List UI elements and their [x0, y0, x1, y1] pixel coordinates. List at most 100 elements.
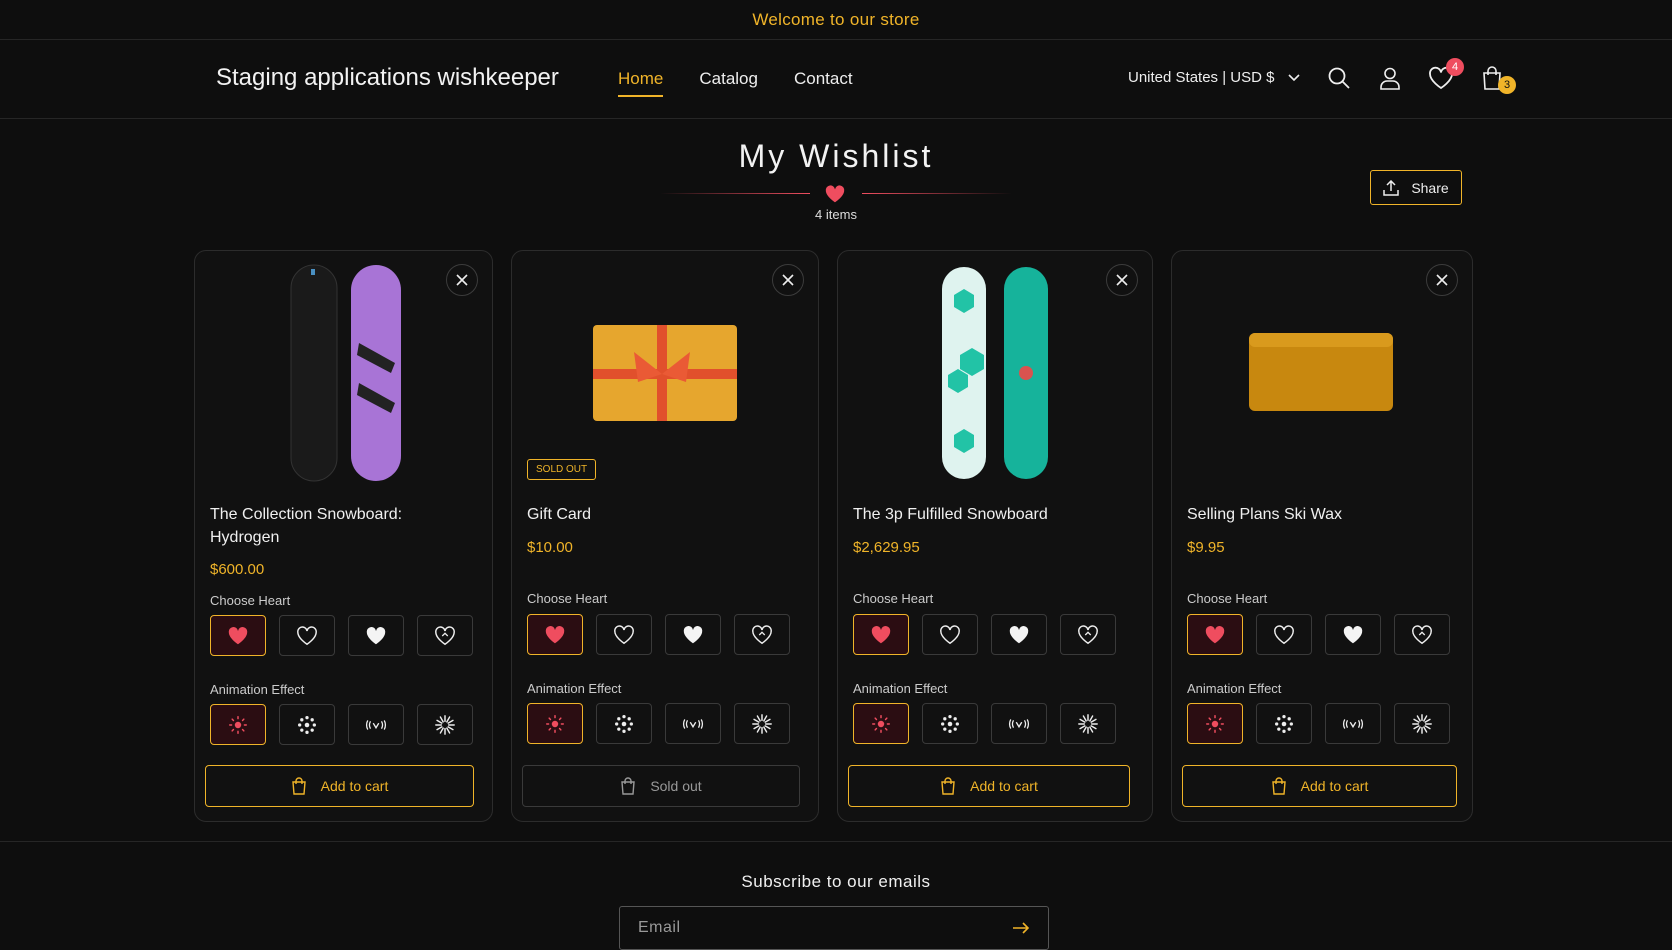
heart-filled-white-icon	[1343, 625, 1363, 643]
heart-outline-icon	[1274, 624, 1294, 644]
add-to-cart-button[interactable]: Add to cart	[205, 765, 474, 807]
animation-option[interactable]	[734, 703, 790, 744]
nav-catalog[interactable]: Catalog	[699, 69, 758, 97]
snowboard-image	[290, 264, 401, 482]
product-image[interactable]	[838, 263, 1152, 483]
heart-option[interactable]	[1256, 614, 1312, 655]
animation-option[interactable]	[991, 703, 1047, 744]
heart-option[interactable]	[1325, 614, 1381, 655]
email-field-wrap	[619, 906, 1049, 950]
heart-option[interactable]	[734, 614, 790, 655]
animation-option[interactable]	[1394, 703, 1450, 744]
product-name[interactable]: Gift Card	[527, 503, 777, 526]
heart-option[interactable]	[665, 614, 721, 655]
sparkle-icon	[435, 714, 455, 735]
search-button[interactable]	[1325, 62, 1353, 94]
product-image[interactable]	[1172, 263, 1472, 483]
heart-option[interactable]	[279, 615, 335, 656]
animation-effect-label: Animation Effect	[527, 681, 622, 696]
heart-option[interactable]	[1187, 614, 1243, 655]
heart-sparkle-icon	[1412, 624, 1432, 644]
animation-option[interactable]	[922, 703, 978, 744]
particles-icon	[941, 714, 959, 733]
search-icon	[1328, 67, 1350, 89]
heart-filled-red-icon	[1205, 625, 1225, 643]
animation-option[interactable]	[596, 703, 652, 744]
product-image[interactable]	[195, 263, 492, 483]
heart-option[interactable]	[991, 614, 1047, 655]
snowboard-image	[942, 267, 1048, 479]
heart-option[interactable]	[853, 614, 909, 655]
product-name[interactable]: The 3p Fulfilled Snowboard	[853, 503, 1133, 526]
particles-icon	[1275, 714, 1293, 733]
burst-icon	[229, 715, 247, 734]
heart-option[interactable]	[527, 614, 583, 655]
animation-option[interactable]	[1325, 703, 1381, 744]
animation-option[interactable]	[665, 703, 721, 744]
heart-option[interactable]	[417, 615, 473, 656]
heart-option[interactable]	[596, 614, 652, 655]
store-logo[interactable]: Staging applications wishkeeper	[216, 64, 559, 92]
heart-options	[853, 614, 1116, 655]
animation-option[interactable]	[1060, 703, 1116, 744]
shopping-bag-icon	[291, 777, 306, 795]
account-button[interactable]	[1376, 62, 1404, 94]
add-to-cart-label: Add to cart	[1300, 778, 1369, 794]
add-to-cart-button[interactable]: Add to cart	[1182, 765, 1457, 807]
share-button[interactable]: Share	[1370, 170, 1462, 205]
animation-option[interactable]	[348, 704, 404, 745]
wishlist-count-badge: 4	[1446, 58, 1464, 76]
header-icons: 4 3	[1325, 58, 1516, 94]
choose-heart-label: Choose Heart	[210, 593, 291, 608]
email-input[interactable]	[638, 919, 978, 937]
nav-contact[interactable]: Contact	[794, 69, 853, 97]
heart-option[interactable]	[348, 615, 404, 656]
chevron-down-icon	[1288, 73, 1301, 81]
heart-option[interactable]	[1060, 614, 1116, 655]
heart-option[interactable]	[1394, 614, 1450, 655]
cart-button[interactable]: 3	[1478, 62, 1516, 94]
animation-option[interactable]	[1187, 703, 1243, 744]
site-header: Staging applications wishkeeper Home Cat…	[0, 40, 1672, 119]
arrow-right-icon[interactable]	[1012, 922, 1030, 934]
announcement-bar: Welcome to our store	[0, 0, 1672, 40]
heart-filled-white-icon	[1009, 625, 1029, 643]
sold-out-badge: SOLD OUT	[527, 459, 597, 480]
share-label: Share	[1411, 179, 1449, 196]
animation-options	[210, 704, 473, 745]
animation-option[interactable]	[210, 704, 266, 745]
heart-option[interactable]	[210, 615, 266, 656]
animation-option[interactable]	[1256, 703, 1312, 744]
subscribe-title: Subscribe to our emails	[741, 872, 931, 891]
heart-options	[527, 614, 790, 655]
wishlist-button[interactable]: 4	[1427, 58, 1464, 94]
heart-filled-red-icon	[871, 625, 891, 643]
animation-options	[1187, 703, 1450, 744]
sparkle-icon	[1078, 713, 1098, 734]
locale-label: United States | USD $	[1128, 69, 1275, 86]
animation-effect-label: Animation Effect	[853, 681, 948, 696]
announcement-text: Welcome to our store	[752, 9, 920, 29]
add-to-cart-button[interactable]: Add to cart	[848, 765, 1130, 807]
choose-heart-label: Choose Heart	[527, 591, 608, 606]
heart-options	[1187, 614, 1450, 655]
product-image[interactable]	[512, 263, 818, 483]
pulse-waves-icon	[683, 718, 703, 729]
animation-option[interactable]	[279, 704, 335, 745]
burst-icon	[1206, 714, 1224, 733]
choose-heart-label: Choose Heart	[853, 591, 934, 606]
sold-out-button[interactable]: Sold out	[522, 765, 800, 807]
animation-option[interactable]	[527, 703, 583, 744]
animation-option[interactable]	[853, 703, 909, 744]
animation-options	[527, 703, 790, 744]
heart-icon	[825, 185, 845, 203]
shopping-bag-icon	[1271, 777, 1286, 795]
animation-option[interactable]	[417, 704, 473, 745]
product-name[interactable]: Selling Plans Ski Wax	[1187, 503, 1457, 526]
product-name[interactable]: The Collection Snowboard: Hydrogen	[210, 503, 460, 549]
locale-selector[interactable]: United States | USD $	[1128, 69, 1301, 86]
heart-filled-white-icon	[366, 626, 386, 644]
heart-option[interactable]	[922, 614, 978, 655]
nav-home[interactable]: Home	[618, 69, 664, 97]
sparkle-icon	[752, 713, 772, 734]
